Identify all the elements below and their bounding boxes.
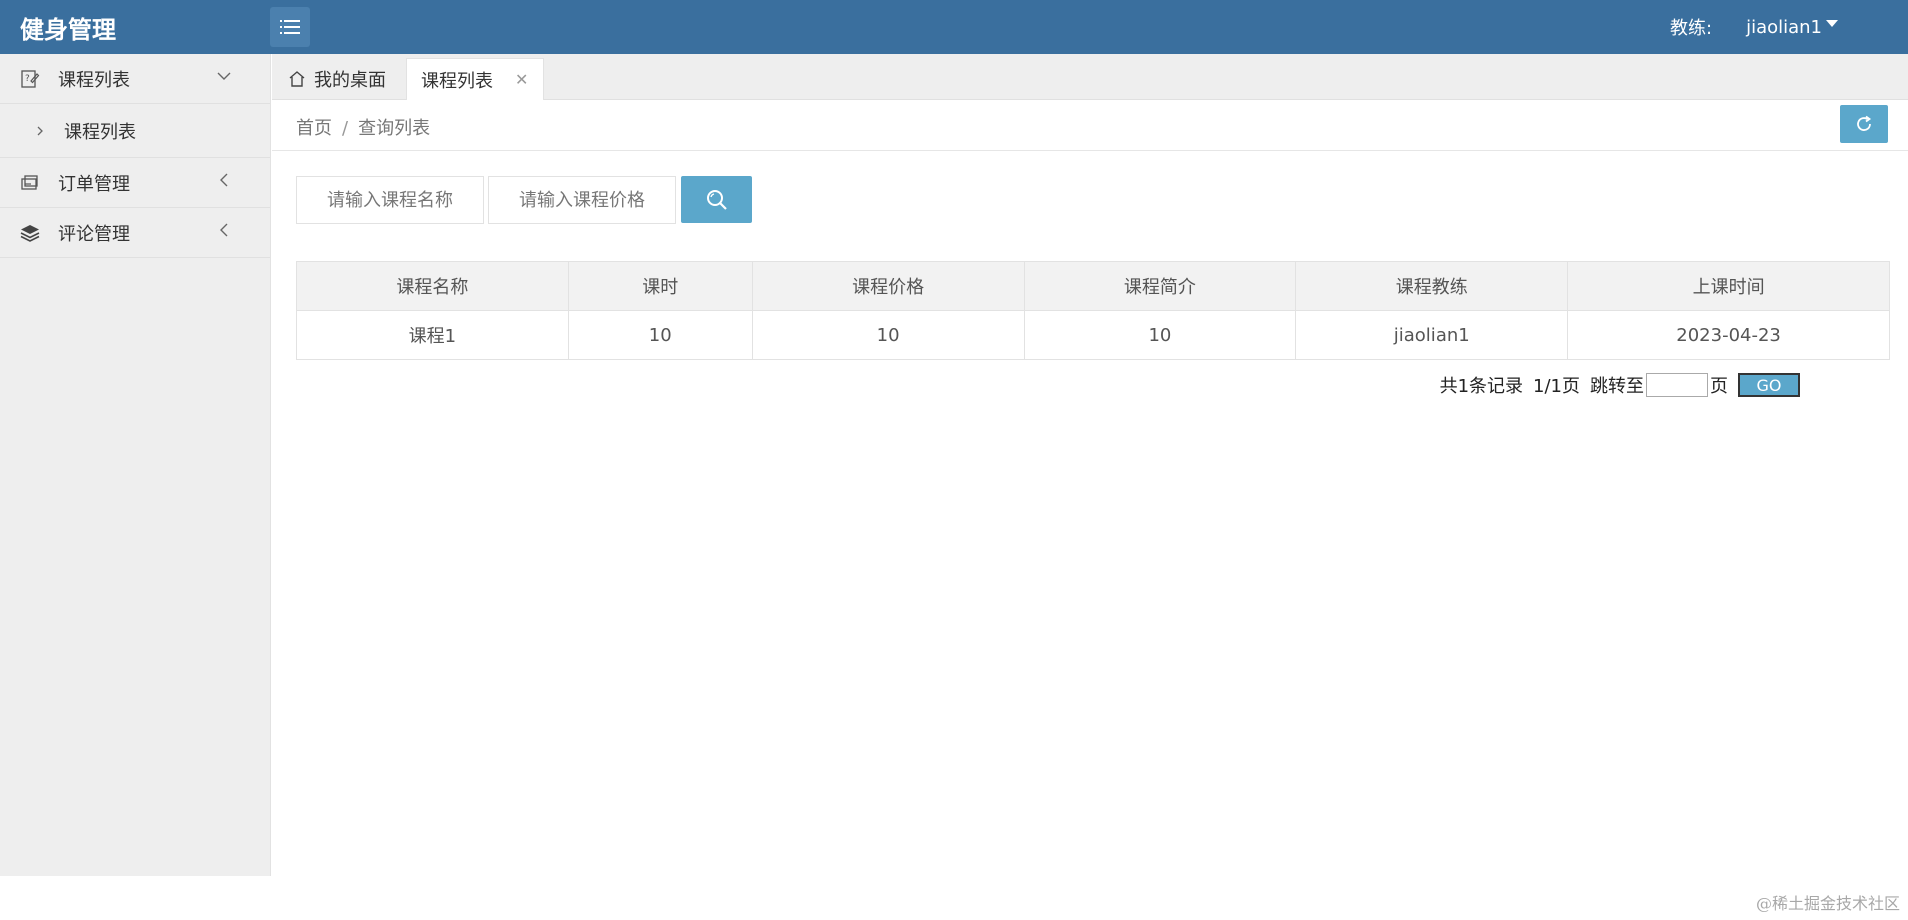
search-button[interactable]: [681, 176, 752, 223]
column-header: 上课时间: [1567, 261, 1890, 311]
table-cell: jiaolian1: [1295, 310, 1569, 360]
menu-toggle-button[interactable]: [270, 7, 310, 47]
chevron-left-icon: [220, 223, 228, 237]
table-cell: 10: [751, 310, 1025, 360]
tab-home[interactable]: 我的桌面: [274, 58, 400, 100]
chevron-down-icon: [217, 72, 231, 80]
user-menu[interactable]: jiaolian1: [1746, 17, 1838, 38]
table-cell: 10: [567, 310, 753, 360]
table-header-row: 课程名称 课时 课程价格 课程简介 课程教练 上课时间: [296, 261, 1890, 311]
sidebar-item-label: 评论管理: [58, 223, 130, 245]
page-suffix: 页: [1710, 376, 1728, 397]
svg-text:?: ?: [25, 74, 30, 84]
page-indicator: 1/1页: [1533, 376, 1580, 397]
table-cell: 课程1: [296, 310, 569, 360]
column-header: 课程教练: [1295, 261, 1569, 311]
sidebar-item-comment-management[interactable]: 评论管理: [0, 208, 270, 258]
user-area: 教练: jiaolian1: [1670, 14, 1838, 40]
order-icon: [21, 174, 38, 190]
footer-credit: @稀土掘金技术社区: [1755, 894, 1900, 913]
pagination: 共1条记录 1/1页 跳转至 页 GO: [1440, 372, 1800, 398]
course-table: 课程名称 课时 课程价格 课程简介 课程教练 上课时间 课程1 10 10 10…: [296, 261, 1890, 360]
column-header: 课程简介: [1023, 261, 1297, 311]
go-button[interactable]: GO: [1738, 373, 1800, 397]
role-label: 教练:: [1669, 18, 1713, 39]
username: jiaolian1: [1746, 16, 1822, 38]
tab-bar: 我的桌面 课程列表 ✕: [272, 54, 1908, 100]
breadcrumb-home[interactable]: 首页: [296, 118, 332, 139]
menu-list-icon: [280, 20, 300, 34]
chevron-left-icon: [220, 173, 228, 187]
table-cell: 2023-04-23: [1567, 310, 1890, 360]
course-edit-icon: ?: [21, 69, 40, 88]
sidebar-subitem-label: 课程列表: [64, 121, 136, 143]
top-header: 健身管理 教练: jiaolian1: [0, 0, 1908, 54]
search-icon: [706, 189, 727, 210]
tab-label: 课程列表: [421, 70, 493, 92]
breadcrumb-bar: 首页 / 查询列表: [272, 100, 1908, 151]
sidebar: ? 课程列表 课程列表 订单管理 评论管理: [0, 54, 271, 876]
jump-label: 跳转至: [1590, 376, 1644, 397]
column-header: 课程名称: [296, 261, 569, 311]
breadcrumb-separator: /: [342, 118, 349, 139]
table-row[interactable]: 课程1 10 10 10 jiaolian1 2023-04-23: [296, 310, 1890, 360]
refresh-icon: [1857, 115, 1872, 131]
sidebar-item-course-list[interactable]: ? 课程列表: [0, 54, 270, 104]
refresh-button[interactable]: [1840, 105, 1888, 143]
sidebar-item-label: 课程列表: [58, 69, 130, 91]
home-icon: [289, 71, 305, 87]
chevron-right-icon: [37, 126, 43, 135]
breadcrumb: 首页 / 查询列表: [296, 114, 430, 140]
caret-down-icon: [1826, 19, 1838, 27]
sidebar-item-label: 订单管理: [58, 173, 130, 195]
table-cell: 10: [1023, 310, 1297, 360]
app-title: 健身管理: [20, 16, 116, 44]
tab-course-list[interactable]: 课程列表 ✕: [406, 58, 544, 100]
breadcrumb-current: 查询列表: [358, 118, 431, 139]
course-name-input[interactable]: [296, 176, 484, 224]
sidebar-subitem-course-list[interactable]: 课程列表: [0, 104, 270, 158]
page-jump-input[interactable]: [1646, 373, 1708, 397]
column-header: 课程价格: [751, 261, 1025, 311]
course-price-input[interactable]: [488, 176, 676, 224]
total-records: 共1条记录: [1439, 376, 1524, 397]
layers-icon: [20, 224, 40, 242]
tab-label: 我的桌面: [314, 70, 386, 91]
close-icon[interactable]: ✕: [515, 70, 528, 89]
sidebar-item-order-management[interactable]: 订单管理: [0, 158, 270, 208]
column-header: 课时: [567, 261, 753, 311]
